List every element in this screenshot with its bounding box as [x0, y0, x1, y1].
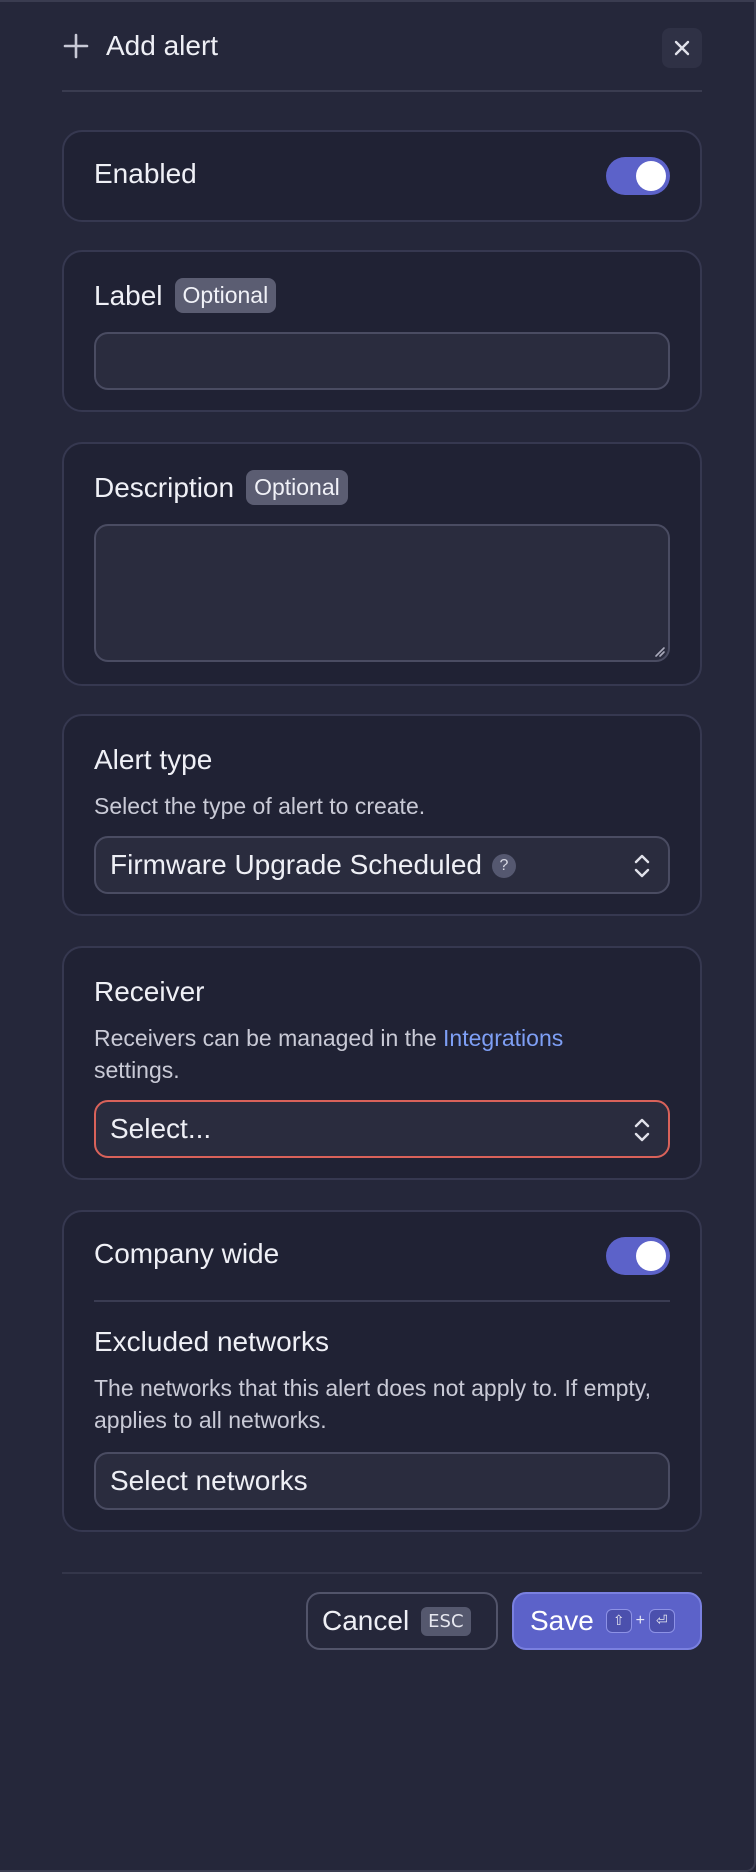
resize-handle-icon[interactable]	[652, 644, 666, 658]
label-heading-text: Label	[94, 280, 163, 311]
add-alert-panel: Add alert Enabled Label Optional Descript…	[0, 0, 756, 1872]
label-input[interactable]	[94, 332, 670, 390]
excluded-networks-select[interactable]: Select networks	[94, 1452, 670, 1510]
esc-key-hint: ESC	[421, 1606, 471, 1636]
receiver-help-text: Receivers can be managed in the	[94, 1025, 444, 1051]
cancel-label: Cancel	[322, 1605, 410, 1636]
enabled-label: Enabled	[94, 158, 197, 189]
excluded-networks-label: Excluded networks	[94, 1326, 330, 1357]
label-heading: Label Optional	[94, 278, 277, 313]
chevron-up-down-icon	[634, 1118, 650, 1142]
save-button[interactable]: Save ⇧ + ⏎	[512, 1592, 702, 1650]
alert-type-selected: Firmware Upgrade Scheduled?	[110, 849, 516, 881]
plus-separator: +	[635, 1612, 645, 1629]
optional-badge: Optional	[174, 278, 277, 313]
plus-icon	[63, 33, 89, 59]
receiver-placeholder: Select...	[110, 1113, 212, 1144]
company-wide-card: Company wide Excluded networks The netwo…	[62, 1210, 702, 1532]
alert-type-select[interactable]: Firmware Upgrade Scheduled?	[94, 836, 670, 894]
shift-key-icon: ⇧	[605, 1609, 632, 1633]
panel-header: Add alert	[62, 24, 702, 92]
alert-type-value: Firmware Upgrade Scheduled	[110, 849, 482, 880]
save-label: Save	[530, 1605, 594, 1636]
toggle-knob	[636, 1241, 666, 1271]
receiver-card: Receiver Receivers can be managed in the…	[62, 946, 702, 1180]
enabled-card: Enabled	[62, 130, 702, 222]
enabled-toggle[interactable]	[606, 157, 670, 195]
close-icon	[674, 40, 690, 56]
description-heading-text: Description	[94, 472, 235, 503]
receiver-help-suffix: settings.	[94, 1057, 180, 1083]
integrations-link[interactable]: Integrations	[443, 1025, 563, 1051]
company-wide-toggle[interactable]	[606, 1237, 670, 1275]
label-card: Label Optional	[62, 250, 702, 412]
alert-type-help: Select the type of alert to create.	[94, 793, 426, 819]
optional-badge: Optional	[246, 470, 348, 505]
excluded-networks-help: The networks that this alert does not ap…	[94, 1375, 651, 1433]
toggle-knob	[636, 161, 666, 191]
description-heading: Description Optional	[94, 470, 348, 505]
description-card: Description Optional	[62, 442, 702, 686]
description-textarea[interactable]	[94, 524, 670, 662]
company-wide-label: Company wide	[94, 1238, 280, 1269]
panel-title: Add alert	[106, 30, 219, 61]
alert-type-label: Alert type	[94, 744, 213, 775]
excluded-networks-placeholder: Select networks	[110, 1465, 308, 1496]
receiver-label: Receiver	[94, 976, 205, 1007]
cancel-button[interactable]: Cancel ESC	[306, 1592, 498, 1650]
receiver-help: Receivers can be managed in the Integrat…	[94, 1022, 674, 1086]
enter-key-icon: ⏎	[648, 1609, 675, 1633]
footer-divider	[62, 1572, 702, 1574]
receiver-select[interactable]: Select...	[94, 1100, 670, 1158]
close-button[interactable]	[662, 28, 702, 68]
alert-type-card: Alert type Select the type of alert to c…	[62, 714, 702, 916]
help-icon[interactable]: ?	[491, 854, 516, 878]
card-divider	[94, 1300, 670, 1302]
chevron-up-down-icon	[634, 854, 650, 878]
